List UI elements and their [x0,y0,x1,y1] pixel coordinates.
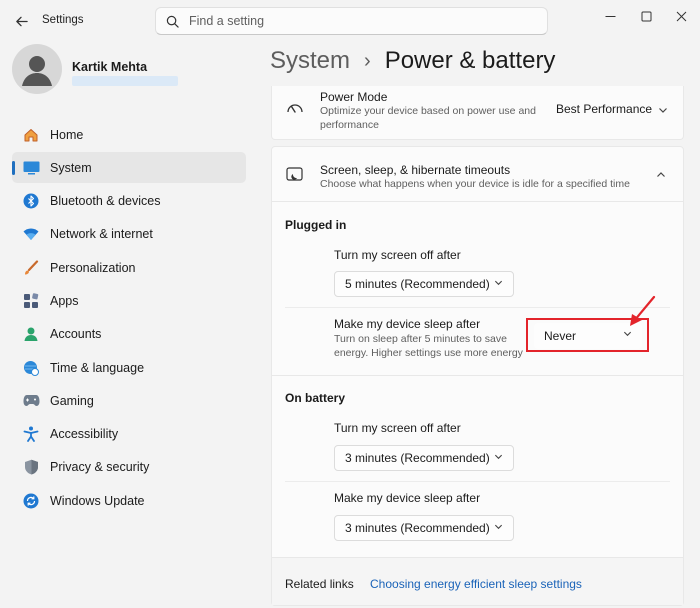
maximize-button[interactable] [631,6,661,26]
person-avatar-icon [22,56,52,86]
timeouts-card: Screen, sleep, & hibernate timeouts Choo… [271,146,684,606]
app-title: Settings [42,14,84,26]
page-title: Power & battery [384,47,556,74]
minimize-button[interactable] [595,6,625,26]
related-links-label: Related links [285,577,354,591]
sidebar-item-label: System [50,160,92,175]
plugged-in-heading: Plugged in [285,218,347,232]
gamepad-icon [22,392,40,410]
plugged-screen-off-label: Turn my screen off after [334,248,461,262]
plugged-screen-off-dropdown[interactable]: 5 minutes (Recommended) [334,271,514,297]
chevron-down-icon [494,522,503,533]
sidebar-item-accessibility[interactable]: Accessibility [12,419,246,450]
dropdown-value: Never [544,329,577,343]
sidebar-item-home[interactable]: Home [12,119,246,150]
related-links-bar: Related links Choosing energy efficient … [272,557,683,605]
sidebar-nav: Home System Bluetooth & devices Network … [12,119,246,519]
search-input[interactable] [189,14,529,28]
chevron-down-icon [494,452,503,463]
power-mode-card: Power Mode Optimize your device based on… [271,86,684,140]
plugged-sleep-label: Make my device sleep after [334,317,481,331]
accessibility-icon [22,425,40,443]
sidebar-item-gaming[interactable]: Gaming [12,385,246,416]
sidebar-item-system[interactable]: System [12,152,246,184]
sidebar-item-accounts[interactable]: Accounts [12,319,246,350]
power-mode-dropdown[interactable]: Best Performance [556,102,652,116]
breadcrumb-parent[interactable]: System [270,47,350,75]
chevron-up-icon[interactable] [656,169,666,183]
sidebar-item-time-language[interactable]: Time & language [12,352,246,383]
profile-email-redacted [72,76,178,86]
apps-icon [22,292,40,310]
monitor-icon [22,159,40,177]
close-icon [676,11,686,21]
sidebar-item-apps[interactable]: Apps [12,285,246,316]
breadcrumb-separator: › [364,49,371,72]
sidebar-item-windows-update[interactable]: Windows Update [12,485,246,516]
search-icon [166,15,179,28]
title-bar: Settings [0,0,700,42]
sidebar-item-network-internet[interactable]: Network & internet [12,219,246,250]
back-arrow-icon [15,16,28,26]
person-icon [22,325,40,343]
power-mode-description: Optimize your device based on power use … [320,105,536,131]
screen-sleep-icon [286,167,304,186]
sidebar-item-bluetooth-devices[interactable]: Bluetooth & devices [12,186,246,217]
sidebar-item-privacy-security[interactable]: Privacy & security [12,452,246,483]
divider [285,481,670,482]
close-button[interactable] [666,6,696,26]
sidebar-item-label: Windows Update [50,493,145,508]
back-button[interactable] [8,8,34,34]
energy-sleep-settings-link[interactable]: Choosing energy efficient sleep settings [370,577,582,591]
sidebar-item-label: Bluetooth & devices [50,194,161,209]
divider [272,375,683,376]
bluetooth-icon [22,192,40,210]
breadcrumb: System › Power & battery [270,47,555,75]
search-box[interactable] [155,7,548,35]
avatar [12,44,62,94]
home-icon [22,126,40,144]
profile-name: Kartik Mehta [72,60,148,74]
power-mode-title: Power Mode [320,90,388,104]
divider [285,307,670,308]
battery-screen-off-dropdown[interactable]: 3 minutes (Recommended) [334,445,514,471]
globe-clock-icon [22,359,40,377]
chevron-down-icon[interactable] [658,104,668,118]
timeouts-header[interactable]: Screen, sleep, & hibernate timeouts Choo… [272,147,683,202]
sidebar-item-label: Apps [50,293,79,308]
plugged-sleep-description: Turn on sleep after 5 minutes to save en… [334,333,523,359]
dropdown-value: 3 minutes (Recommended) [345,521,490,535]
sidebar-item-label: Accessibility [50,427,119,442]
annotation-arrow [622,295,658,332]
sidebar-item-label: Accounts [50,327,102,342]
brush-icon [22,259,40,277]
timeouts-title: Screen, sleep, & hibernate timeouts [320,163,511,177]
timeouts-description: Choose what happens when your device is … [320,178,630,190]
minimize-icon [605,15,615,17]
sidebar-item-label: Home [50,127,84,142]
maximize-icon [641,11,651,21]
wifi-icon [22,225,40,243]
sidebar-item-label: Gaming [50,393,94,408]
battery-sleep-label: Make my device sleep after [334,491,481,505]
dropdown-value: 5 minutes (Recommended) [345,277,490,291]
battery-sleep-dropdown[interactable]: 3 minutes (Recommended) [334,515,514,541]
power-mode-icon [286,100,304,119]
sidebar-item-personalization[interactable]: Personalization [12,252,246,283]
dropdown-value: 3 minutes (Recommended) [345,451,490,465]
sidebar-item-label: Network & internet [50,227,153,242]
sidebar-item-label: Personalization [50,260,136,275]
on-battery-heading: On battery [285,391,346,405]
sidebar-item-label: Privacy & security [50,460,150,475]
chevron-down-icon [494,278,503,289]
shield-icon [22,458,40,476]
sync-icon [22,492,40,510]
sidebar-item-label: Time & language [50,360,145,375]
battery-screen-off-label: Turn my screen off after [334,421,461,435]
